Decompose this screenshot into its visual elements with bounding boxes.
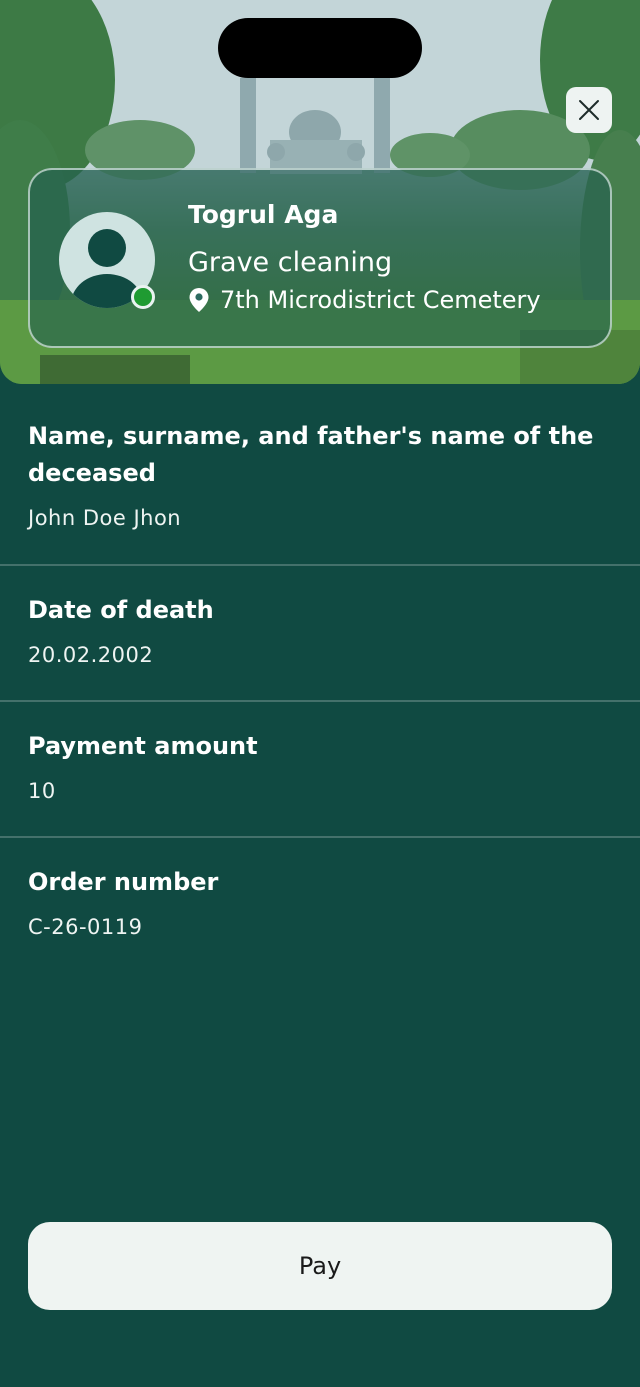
detail-label: Payment amount (28, 732, 258, 760)
detail-value: 10 (28, 779, 56, 803)
close-button[interactable] (566, 87, 612, 133)
online-status-dot (131, 285, 155, 309)
provider-name: Togrul Aga (188, 200, 339, 229)
detail-payment-amount: Payment amount 10 (0, 728, 640, 803)
profile-card: Togrul Aga Grave cleaning 7th Microdistr… (28, 168, 612, 348)
location-row: 7th Microdistrict Cemetery (188, 286, 541, 314)
detail-date-of-death: Date of death 20.02.2002 (0, 592, 640, 667)
detail-value: 20.02.2002 (28, 643, 154, 667)
detail-label: Date of death (28, 596, 214, 624)
detail-value: John Doe Jhon (28, 506, 182, 530)
divider (0, 564, 640, 566)
detail-value: C-26-0119 (28, 915, 143, 939)
detail-order-number: Order number C-26-0119 (0, 864, 640, 939)
location-label: 7th Microdistrict Cemetery (220, 286, 541, 314)
divider (0, 700, 640, 702)
location-pin-icon (189, 288, 209, 312)
camera-notch (218, 18, 422, 78)
service-type: Grave cleaning (188, 247, 393, 278)
pay-button[interactable]: Pay (28, 1222, 612, 1310)
close-icon (579, 100, 599, 120)
divider (0, 836, 640, 838)
detail-label: Name, surname, and father's name of the … (28, 422, 594, 487)
detail-deceased-name: Name, surname, and father's name of the … (0, 418, 640, 530)
detail-label: Order number (28, 868, 219, 896)
header-image: Togrul Aga Grave cleaning 7th Microdistr… (0, 0, 640, 384)
